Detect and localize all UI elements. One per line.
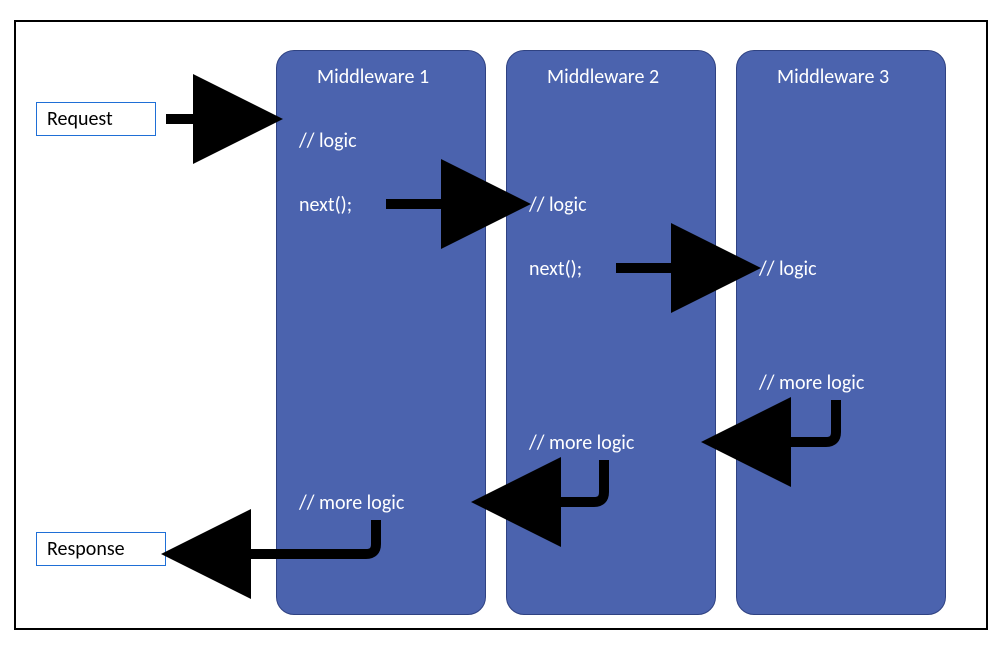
request-label: Request — [47, 107, 113, 131]
middleware-2-title: Middleware 2 — [547, 65, 659, 89]
middleware-1-title: Middleware 1 — [317, 65, 429, 89]
diagram-canvas: Request Response Middleware 1 // logic n… — [0, 0, 1004, 650]
request-box: Request — [36, 102, 156, 136]
response-box: Response — [36, 532, 166, 566]
middleware-3-logic: // logic — [759, 257, 817, 281]
middleware-2-next: next(); — [529, 257, 582, 281]
diagram-frame: Request Response Middleware 1 // logic n… — [14, 20, 988, 630]
middleware-1: Middleware 1 // logic next(); // more lo… — [276, 50, 486, 615]
middleware-2-logic: // logic — [529, 193, 587, 217]
middleware-1-logic: // logic — [299, 129, 357, 153]
response-label: Response — [47, 537, 125, 561]
middleware-2: Middleware 2 // logic next(); // more lo… — [506, 50, 716, 615]
middleware-1-next: next(); — [299, 193, 352, 217]
middleware-2-more: // more logic — [529, 431, 634, 455]
middleware-1-more: // more logic — [299, 491, 404, 515]
middleware-3-more: // more logic — [759, 371, 864, 395]
middleware-3-title: Middleware 3 — [777, 65, 889, 89]
middleware-3: Middleware 3 // logic // more logic — [736, 50, 946, 615]
